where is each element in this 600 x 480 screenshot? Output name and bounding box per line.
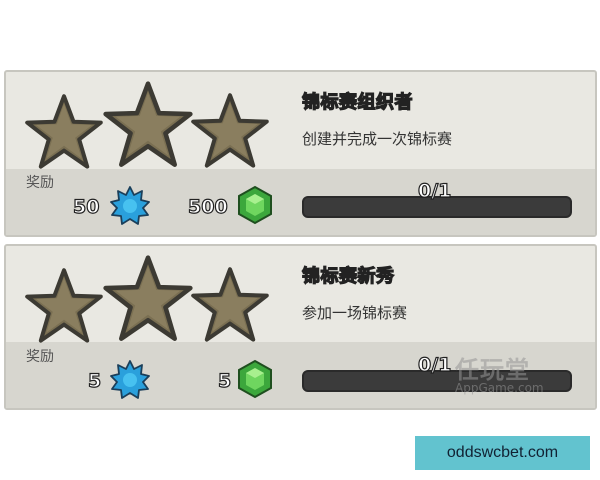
reward-label: 奖励	[26, 349, 54, 365]
achievement-description: 创建并完成一次锦标赛	[302, 130, 453, 148]
star-3-icon	[191, 267, 269, 342]
reward-blue-amount: 50	[72, 195, 100, 218]
stars-group	[25, 78, 269, 169]
reward-gems-amount: 5	[217, 369, 232, 392]
achievement-description: 参加一场锦标赛	[302, 304, 408, 322]
blue-badge-icon	[110, 186, 150, 226]
reward-blue-amount: 5	[87, 369, 102, 392]
star-2-icon	[106, 84, 191, 165]
reward-gems-amount: 500	[187, 195, 228, 218]
site-watermark: 任玩堂 AppGame.com	[455, 350, 544, 395]
gem-icon	[235, 359, 275, 399]
star-1-icon	[25, 268, 103, 343]
achievement-title: 锦标赛组织者	[301, 91, 413, 113]
watermark-main: 任玩堂	[455, 356, 530, 384]
watermark-sub: AppGame.com	[455, 381, 544, 395]
star-1-icon	[25, 94, 103, 169]
achievement-title: 锦标赛新秀	[301, 265, 395, 287]
progress-text: 0/1	[417, 179, 452, 202]
gem-icon	[235, 185, 275, 225]
star-2-icon	[106, 258, 191, 339]
footer-link[interactable]: oddswcbet.com	[415, 436, 590, 470]
achievement-card-organizer: 锦标赛组织者 创建并完成一次锦标赛 奖励 50 500 0/1	[4, 70, 597, 237]
stars-group	[25, 252, 269, 343]
star-3-icon	[191, 93, 269, 168]
reward-label: 奖励	[26, 175, 54, 191]
blue-badge-icon	[110, 360, 150, 400]
progress-text: 0/1	[417, 353, 452, 376]
